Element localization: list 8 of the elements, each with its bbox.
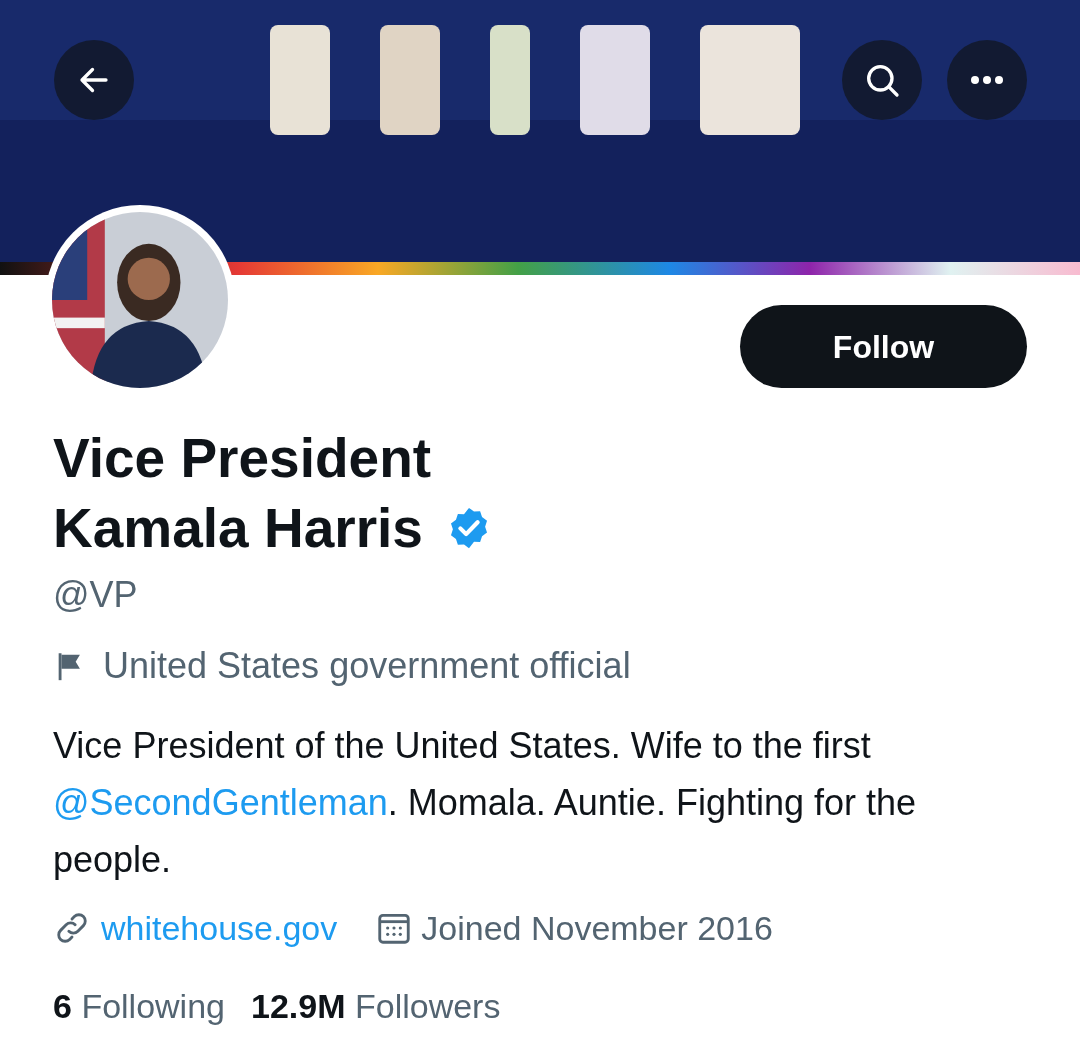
follow-button[interactable]: Follow: [740, 305, 1027, 388]
profile-name: Vice President Kamala Harris: [53, 426, 433, 561]
profile-handle: @VP: [53, 573, 138, 617]
follow-count-link[interactable]: 6 Following: [53, 981, 225, 1031]
joined-date: Joined November 2016: [421, 908, 773, 949]
account-category: United States government official: [103, 644, 631, 688]
follow-count-link[interactable]: 12.9M Followers: [251, 981, 501, 1031]
profile-bio: Vice President of the United States. Wife to the first @SecondGentleman. Momala. Auntie. Fighting for the people.: [53, 724, 918, 882]
